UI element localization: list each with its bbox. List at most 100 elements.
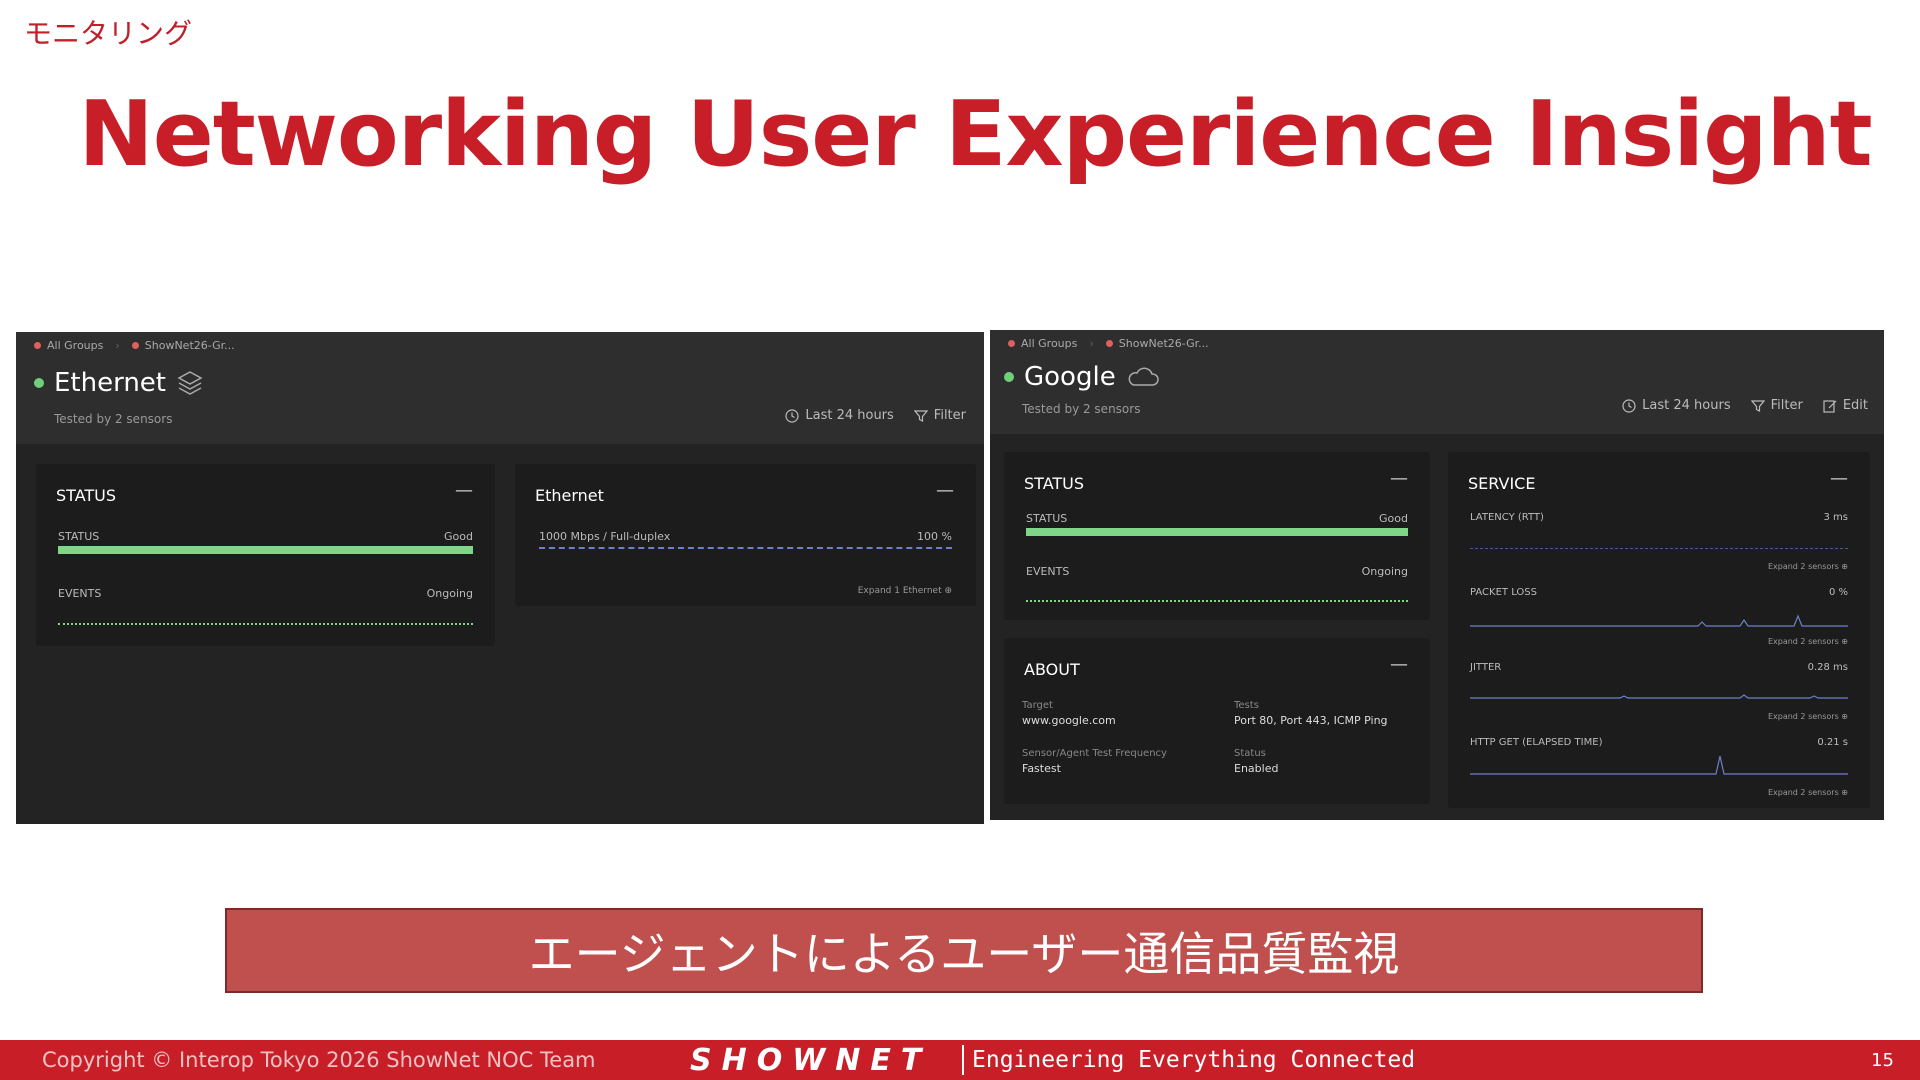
device-name: Google xyxy=(1024,362,1116,392)
events-timeline xyxy=(1026,600,1408,602)
status-card: STATUS — STATUS Good EVENTS Ongoing xyxy=(1004,452,1430,620)
frequency-value: Fastest xyxy=(1022,762,1061,775)
ethernet-card-title: Ethernet xyxy=(535,486,604,505)
collapse-button[interactable]: — xyxy=(936,480,954,501)
collapse-button[interactable]: — xyxy=(1390,468,1408,489)
chevron-right-icon: › xyxy=(1089,337,1094,350)
status-label: STATUS xyxy=(58,530,100,543)
breadcrumb-all-groups[interactable]: All Groups xyxy=(47,339,103,352)
packet-loss-value: 0 % xyxy=(1828,587,1848,598)
link-speed-label: 1000 Mbps / Full-duplex xyxy=(539,530,671,543)
about-card: ABOUT — Target www.google.com Tests Port… xyxy=(1004,638,1430,804)
collapse-button[interactable]: — xyxy=(455,480,473,501)
status-label: Status xyxy=(1234,748,1266,759)
latency-label: LATENCY (RTT) xyxy=(1470,512,1544,523)
brand-logo: SHOWNET xyxy=(690,1043,932,1078)
jitter-sparkline xyxy=(1470,694,1848,699)
footer-divider xyxy=(962,1045,964,1075)
device-title: Ethernet xyxy=(34,368,204,398)
expand-sensors-link[interactable]: Expand 2 sensors ⊕ xyxy=(1768,712,1848,721)
expand-sensors-link[interactable]: Expand 2 sensors ⊕ xyxy=(1768,788,1848,797)
status-card: STATUS — STATUS Good EVENTS Ongoing xyxy=(36,464,495,646)
ethernet-panel: All Groups › ShowNet26-Gr... Ethernet Te… xyxy=(16,332,984,824)
packet-loss-label: PACKET LOSS xyxy=(1470,587,1537,598)
status-value: Enabled xyxy=(1234,762,1279,775)
filter-label: Filter xyxy=(933,408,966,423)
latency-sparkline xyxy=(1470,548,1848,549)
events-label: EVENTS xyxy=(1026,565,1070,578)
target-value: www.google.com xyxy=(1022,714,1116,727)
filter-button[interactable]: Filter xyxy=(1750,398,1803,413)
frequency-label: Sensor/Agent Test Frequency xyxy=(1022,748,1167,759)
expand-sensors-link[interactable]: Expand 2 sensors ⊕ xyxy=(1768,637,1848,646)
events-timeline xyxy=(58,623,473,625)
breadcrumb-group[interactable]: ShowNet26-Gr... xyxy=(145,339,235,352)
http-get-label: HTTP GET (ELAPSED TIME) xyxy=(1470,737,1603,748)
caption-banner: エージェントによるユーザー通信品質監視 xyxy=(225,908,1703,993)
latency-value: 3 ms xyxy=(1823,512,1849,523)
device-name: Ethernet xyxy=(54,368,166,398)
group-dot-icon xyxy=(1008,340,1015,347)
section-label: モニタリング xyxy=(24,17,193,50)
target-label: Target xyxy=(1022,700,1053,711)
device-title: Google xyxy=(1004,362,1160,392)
time-range-button[interactable]: Last 24 hours xyxy=(1622,398,1731,413)
page-title: Networking User Experience Insight xyxy=(78,82,1872,187)
status-dot-icon xyxy=(1004,372,1014,382)
breadcrumb-all-groups[interactable]: All Groups xyxy=(1021,337,1077,350)
ethernet-panel-body: STATUS — STATUS Good EVENTS Ongoing Ethe… xyxy=(16,444,984,824)
status-value: Good xyxy=(1379,512,1408,525)
filter-label: Filter xyxy=(1770,398,1803,413)
chevron-right-icon: › xyxy=(115,339,120,352)
google-panel-header: All Groups › ShowNet26-Gr... Google Test… xyxy=(990,330,1884,434)
filter-button[interactable]: Filter xyxy=(913,408,966,423)
link-speed-timeline xyxy=(539,547,952,549)
edit-label: Edit xyxy=(1842,398,1868,413)
collapse-button[interactable]: — xyxy=(1830,468,1848,489)
google-panel: All Groups › ShowNet26-Gr... Google Test… xyxy=(990,330,1884,820)
events-value: Ongoing xyxy=(1361,565,1408,578)
sensor-count: Tested by 2 sensors xyxy=(1022,402,1141,416)
http-get-sparkline xyxy=(1470,755,1848,775)
copyright: Copyright © Interop Tokyo 2026 ShowNet N… xyxy=(42,1048,596,1072)
http-get-value: 0.21 s xyxy=(1817,737,1848,748)
expand-sensors-link[interactable]: Expand 2 sensors ⊕ xyxy=(1768,562,1848,571)
time-range-button[interactable]: Last 24 hours xyxy=(785,408,894,423)
jitter-value: 0.28 ms xyxy=(1807,662,1848,673)
collapse-button[interactable]: — xyxy=(1390,654,1408,675)
breadcrumb: All Groups › ShowNet26-Gr... xyxy=(34,339,235,352)
about-card-title: ABOUT xyxy=(1024,660,1080,679)
toolbar: Last 24 hours Filter Edit xyxy=(1622,398,1868,413)
clock-icon xyxy=(1622,398,1636,413)
breadcrumb-group[interactable]: ShowNet26-Gr... xyxy=(1119,337,1209,350)
clock-icon xyxy=(785,408,799,423)
jitter-label: JITTER xyxy=(1470,662,1502,673)
sensor-count: Tested by 2 sensors xyxy=(54,412,173,426)
slide: モニタリング Networking User Experience Insigh… xyxy=(0,0,1920,1080)
time-range-label: Last 24 hours xyxy=(1642,398,1731,413)
edit-button[interactable]: Edit xyxy=(1823,398,1868,413)
footer: Copyright © Interop Tokyo 2026 ShowNet N… xyxy=(0,1040,1920,1080)
packet-loss-sparkline xyxy=(1470,614,1848,627)
breadcrumb: All Groups › ShowNet26-Gr... xyxy=(1008,337,1209,350)
cloud-icon xyxy=(1128,367,1159,386)
group-dot-icon xyxy=(1105,340,1113,347)
filter-icon xyxy=(913,409,928,422)
group-dot-icon xyxy=(131,342,139,349)
tests-label: Tests xyxy=(1234,700,1259,711)
expand-ethernet-link[interactable]: Expand 1 Ethernet ⊕ xyxy=(858,586,952,596)
google-panel-body: STATUS — STATUS Good EVENTS Ongoing ABOU… xyxy=(990,434,1884,820)
layers-icon xyxy=(177,371,203,395)
filter-icon xyxy=(1750,399,1765,412)
ethernet-card: Ethernet — 1000 Mbps / Full-duplex 100 %… xyxy=(515,464,976,606)
events-value: Ongoing xyxy=(426,587,473,600)
tests-value: Port 80, Port 443, ICMP Ping xyxy=(1234,714,1388,727)
link-speed-value: 100 % xyxy=(917,530,952,543)
status-card-title: STATUS xyxy=(1024,474,1085,493)
events-label: EVENTS xyxy=(58,587,102,600)
ethernet-panel-header: All Groups › ShowNet26-Gr... Ethernet Te… xyxy=(16,332,984,444)
status-bar xyxy=(58,546,473,554)
status-value: Good xyxy=(444,530,473,543)
status-bar xyxy=(1026,528,1408,536)
edit-icon xyxy=(1823,399,1837,413)
